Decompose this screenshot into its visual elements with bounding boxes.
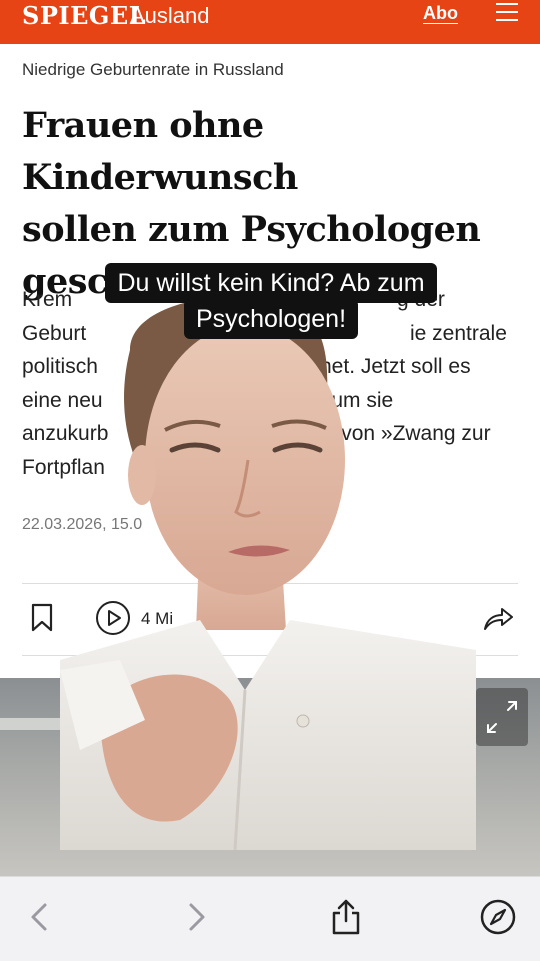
photo-detail bbox=[0, 718, 60, 730]
caption-line: Psychologen! bbox=[183, 299, 359, 339]
browser-toolbar bbox=[0, 876, 540, 961]
article-kicker: Niedrige Geburtenrate in Russland bbox=[22, 60, 284, 79]
video-caption: Du willst kein Kind? Ab zum Psychologen! bbox=[78, 263, 464, 339]
expand-icon[interactable] bbox=[476, 688, 528, 746]
site-header: SPIEGEL Ausland Abo bbox=[0, 0, 540, 44]
headline-line: sollen zum Psychologen bbox=[22, 209, 481, 250]
share-article-icon[interactable] bbox=[482, 603, 514, 633]
section-title[interactable]: Ausland bbox=[130, 3, 210, 29]
share-icon[interactable] bbox=[326, 897, 366, 937]
compass-icon[interactable] bbox=[478, 897, 518, 937]
bookmark-icon[interactable] bbox=[30, 603, 54, 633]
abo-link[interactable]: Abo bbox=[423, 3, 458, 24]
site-logo[interactable]: SPIEGEL bbox=[22, 1, 146, 30]
chevron-left-icon[interactable] bbox=[20, 897, 60, 937]
headline-line: Frauen ohne Kinderwunsch bbox=[22, 105, 298, 198]
video-person-overlay bbox=[60, 296, 476, 850]
chevron-right-icon[interactable] bbox=[176, 897, 216, 937]
hamburger-menu-icon[interactable] bbox=[496, 3, 518, 21]
caption-line: Du willst kein Kind? Ab zum bbox=[105, 263, 437, 303]
